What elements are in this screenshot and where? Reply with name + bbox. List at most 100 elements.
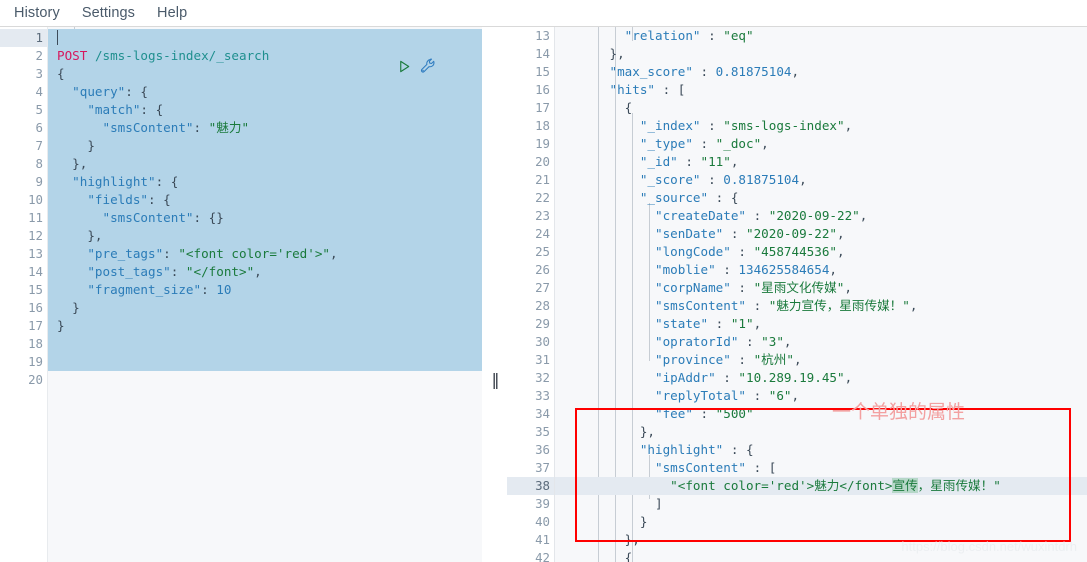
gutter-line-24[interactable]: 24 (507, 225, 554, 243)
code-line-20[interactable]: "_id" : "11", (555, 153, 1087, 171)
pane-splitter[interactable]: ‖ (483, 27, 507, 562)
code-line-16[interactable]: "hits" : [ (555, 81, 1087, 99)
menu-item-help[interactable]: Help (157, 6, 187, 21)
code-line-13[interactable]: "pre_tags": "<font color='red'>", (48, 245, 482, 263)
gutter-line-18[interactable]: 18 (0, 335, 47, 353)
gutter-line-5[interactable]: 5▾ (0, 101, 54, 119)
gutter-line-33[interactable]: 33 (507, 387, 554, 405)
gutter-line-29[interactable]: 29 (507, 315, 554, 333)
code-line-33[interactable]: "replyTotal" : "6", (555, 387, 1087, 405)
code-line-30[interactable]: "opratorId" : "3", (555, 333, 1087, 351)
code-line-26[interactable]: "moblie" : 134625584654, (555, 261, 1087, 279)
code-line-28[interactable]: "smsContent" : "魅力宣传，星雨传媒！", (555, 297, 1087, 315)
gutter-line-41[interactable]: 41▴ (507, 531, 561, 549)
gutter-line-19[interactable]: 19 (0, 353, 47, 371)
splitter-grip-icon[interactable]: ‖ (492, 372, 500, 388)
code-line-36[interactable]: "highlight" : { (555, 441, 1087, 459)
code-line-15[interactable]: "fragment_size": 10 (48, 281, 482, 299)
code-line-16[interactable]: } (48, 299, 482, 317)
gutter-line-9[interactable]: 9▾ (0, 173, 54, 191)
code-line-18[interactable]: "_index" : "sms-logs-index", (555, 117, 1087, 135)
menu-item-history[interactable]: History (14, 6, 60, 21)
code-line-38[interactable]: "<font color='red'>魅力</font>宣传，星雨传媒！" (555, 477, 1087, 495)
gutter-line-8[interactable]: 8▴ (0, 155, 54, 173)
code-line-15[interactable]: "max_score" : 0.81875104, (555, 63, 1087, 81)
code-line-22[interactable]: "_source" : { (555, 189, 1087, 207)
gutter-line-28[interactable]: 28 (507, 297, 554, 315)
code-line-24[interactable]: "senDate" : "2020-09-22", (555, 225, 1087, 243)
gutter-line-10[interactable]: 10▾ (0, 191, 54, 209)
code-line-31[interactable]: "province" : "杭州", (555, 351, 1087, 369)
code-line-34[interactable]: "fee" : "500" (555, 405, 1087, 423)
code-line-17[interactable]: } (48, 317, 482, 335)
code-line-4[interactable]: "query": { (48, 83, 482, 101)
gutter-line-19[interactable]: 19 (507, 135, 554, 153)
gutter-line-6[interactable]: 6 (0, 119, 47, 137)
gutter-line-42[interactable]: 42▾ (507, 549, 561, 562)
code-line-14[interactable]: "post_tags": "</font>", (48, 263, 482, 281)
code-line-27[interactable]: "corpName" : "星雨文化传媒", (555, 279, 1087, 297)
code-line-12[interactable]: }, (48, 227, 482, 245)
gutter-line-25[interactable]: 25 (507, 243, 554, 261)
gutter-line-20[interactable]: 20 (507, 153, 554, 171)
code-line-29[interactable]: "state" : "1", (555, 315, 1087, 333)
gutter-line-22[interactable]: 22▾ (507, 189, 561, 207)
gutter-line-20[interactable]: 20 (0, 371, 47, 389)
gutter-line-12[interactable]: 12▴ (0, 227, 54, 245)
request-code-area[interactable]: POST /sms-logs-index/_search{ "query": {… (48, 27, 482, 562)
code-line-35[interactable]: }, (555, 423, 1087, 441)
gutter-line-3[interactable]: 3▾ (0, 65, 54, 83)
code-line-1[interactable] (48, 29, 482, 47)
gutter-line-31[interactable]: 31 (507, 351, 554, 369)
gutter-line-15[interactable]: 15 (507, 63, 554, 81)
code-line-7[interactable]: } (48, 137, 482, 155)
gutter-line-39[interactable]: 39▴ (507, 495, 561, 513)
gutter-line-32[interactable]: 32 (507, 369, 554, 387)
gutter-line-38[interactable]: 38 (507, 477, 554, 495)
gutter-line-26[interactable]: 26 (507, 261, 554, 279)
gutter-line-2[interactable]: 2 (0, 47, 47, 65)
code-line-10[interactable]: "fields": { (48, 191, 482, 209)
request-editor[interactable]: 123▾4▾5▾67▴8▴9▾10▾1112▴13141516▴17▴18192… (0, 27, 482, 562)
code-line-19[interactable]: "_type" : "_doc", (555, 135, 1087, 153)
gutter-line-37[interactable]: 37▾ (507, 459, 561, 477)
code-line-37[interactable]: "smsContent" : [ (555, 459, 1087, 477)
gutter-line-16[interactable]: 16▴ (0, 299, 54, 317)
gutter-line-21[interactable]: 21 (507, 171, 554, 189)
code-line-13[interactable]: "relation" : "eq" (555, 27, 1087, 45)
response-editor[interactable]: 13 14▴15 16▾17▾18 19 20 21 22▾23 24 25 26 27 28 29 30… (507, 27, 1087, 562)
code-line-5[interactable]: "match": { (48, 101, 482, 119)
response-gutter[interactable]: 13 14▴15 16▾17▾18 19 20 21 22▾23 24 25 26 27 28 29 30… (507, 27, 561, 562)
code-line-39[interactable]: ] (555, 495, 1087, 513)
gutter-line-40[interactable]: 40▴ (507, 513, 561, 531)
gutter-line-14[interactable]: 14 (0, 263, 47, 281)
gutter-line-1[interactable]: 1 (0, 29, 47, 47)
menu-item-settings[interactable]: Settings (82, 6, 135, 21)
gutter-line-13[interactable]: 13 (507, 27, 554, 45)
wrench-icon[interactable] (420, 58, 437, 75)
gutter-line-11[interactable]: 11 (0, 209, 47, 227)
gutter-line-4[interactable]: 4▾ (0, 83, 54, 101)
code-line-20[interactable] (48, 371, 482, 389)
gutter-line-18[interactable]: 18 (507, 117, 554, 135)
gutter-line-13[interactable]: 13 (0, 245, 47, 263)
code-line-25[interactable]: "longCode" : "458744536", (555, 243, 1087, 261)
code-line-21[interactable]: "_score" : 0.81875104, (555, 171, 1087, 189)
gutter-line-7[interactable]: 7▴ (0, 137, 54, 155)
request-gutter[interactable]: 123▾4▾5▾67▴8▴9▾10▾1112▴13141516▴17▴18192… (0, 27, 54, 562)
gutter-line-14[interactable]: 14▴ (507, 45, 561, 63)
gutter-line-15[interactable]: 15 (0, 281, 47, 299)
code-line-9[interactable]: "highlight": { (48, 173, 482, 191)
code-line-6[interactable]: "smsContent": "魅力" (48, 119, 482, 137)
gutter-line-17[interactable]: 17▾ (507, 99, 561, 117)
code-line-23[interactable]: "createDate" : "2020-09-22", (555, 207, 1087, 225)
gutter-line-36[interactable]: 36▾ (507, 441, 561, 459)
gutter-line-17[interactable]: 17▴ (0, 317, 54, 335)
code-line-32[interactable]: "ipAddr" : "10.289.19.45", (555, 369, 1087, 387)
code-line-14[interactable]: }, (555, 45, 1087, 63)
gutter-line-34[interactable]: 34 (507, 405, 554, 423)
gutter-line-23[interactable]: 23 (507, 207, 554, 225)
gutter-line-35[interactable]: 35▴ (507, 423, 561, 441)
code-line-17[interactable]: { (555, 99, 1087, 117)
code-line-18[interactable] (48, 335, 482, 353)
